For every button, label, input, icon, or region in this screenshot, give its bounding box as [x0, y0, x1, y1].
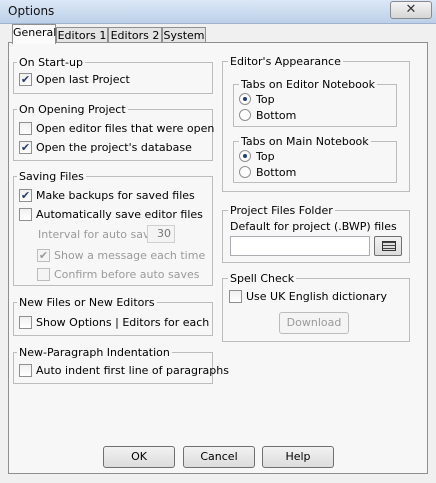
close-icon: ✕	[405, 2, 417, 17]
check-icon: ✔	[20, 141, 31, 154]
opening-project-group-title: On Opening Project	[17, 103, 128, 116]
auto-indent-checkbox[interactable]	[19, 364, 32, 377]
download-button[interactable]: Download	[279, 312, 349, 334]
main-tabs-top-radio[interactable]	[239, 150, 251, 162]
open-last-project-checkbox[interactable]: ✔	[19, 73, 32, 86]
ok-button[interactable]: OK	[103, 446, 175, 468]
saving-files-group-title: Saving Files	[17, 170, 86, 183]
open-last-project-label[interactable]: Open last Project	[36, 73, 130, 86]
auto-save-label[interactable]: Automatically save editor files	[36, 208, 203, 221]
browse-folder-button[interactable]	[374, 236, 402, 256]
main-tabs-top-label[interactable]: Top	[256, 150, 275, 163]
open-database-checkbox[interactable]: ✔	[19, 141, 32, 154]
interval-label: Interval for auto saves	[38, 228, 162, 241]
tab-general[interactable]: General	[12, 24, 56, 44]
check-icon: ✔	[20, 189, 31, 202]
radio-dot-icon	[243, 97, 247, 101]
check-icon: ✔	[20, 73, 31, 86]
window-title: Options	[8, 4, 55, 18]
interval-input[interactable]: 30	[147, 225, 175, 243]
radio-dot-icon	[243, 154, 247, 158]
main-tabs-bottom-label[interactable]: Bottom	[256, 166, 296, 179]
close-button[interactable]: ✕	[390, 1, 432, 19]
open-editor-files-checkbox[interactable]	[19, 122, 32, 135]
check-icon: ✔	[38, 249, 49, 262]
cancel-button[interactable]: Cancel	[183, 446, 255, 468]
editor-notebook-tabs-title: Tabs on Editor Notebook	[239, 78, 377, 91]
open-editor-files-label[interactable]: Open editor files that were open	[36, 122, 214, 135]
project-folder-input[interactable]	[230, 236, 370, 256]
auto-indent-label[interactable]: Auto indent first line of paragraphs	[36, 364, 229, 377]
open-database-label[interactable]: Open the project's database	[36, 141, 192, 154]
startup-group-title: On Start-up	[17, 56, 85, 69]
folder-browse-icon	[382, 241, 396, 251]
make-backups-label[interactable]: Make backups for saved files	[36, 189, 195, 202]
editor-appearance-group-title: Editor's Appearance	[228, 55, 343, 68]
editor-tabs-top-label[interactable]: Top	[256, 93, 275, 106]
title-bar: Options ✕	[0, 0, 436, 24]
indentation-group-title: New-Paragraph Indentation	[17, 346, 172, 359]
show-options-checkbox[interactable]	[19, 316, 32, 329]
main-tabs-bottom-radio[interactable]	[239, 166, 251, 178]
show-options-label[interactable]: Show Options | Editors for each	[36, 316, 209, 329]
editor-tabs-bottom-radio[interactable]	[239, 109, 251, 121]
auto-save-checkbox[interactable]	[19, 208, 32, 221]
main-notebook-tabs-title: Tabs on Main Notebook	[239, 135, 371, 148]
spell-check-group-title: Spell Check	[228, 272, 297, 285]
project-folder-group-title: Project Files Folder	[228, 204, 335, 217]
show-message-label[interactable]: Show a message each time	[54, 249, 205, 262]
uk-dictionary-checkbox[interactable]	[229, 290, 242, 303]
project-folder-label: Default for project (.BWP) files	[230, 220, 397, 233]
show-message-checkbox[interactable]: ✔	[37, 249, 50, 262]
editor-tabs-bottom-label[interactable]: Bottom	[256, 109, 296, 122]
uk-dictionary-label[interactable]: Use UK English dictionary	[246, 290, 387, 303]
help-button[interactable]: Help	[262, 446, 334, 468]
editor-tabs-top-radio[interactable]	[239, 93, 251, 105]
make-backups-checkbox[interactable]: ✔	[19, 189, 32, 202]
new-files-group-title: New Files or New Editors	[17, 296, 157, 309]
confirm-autosave-checkbox[interactable]	[37, 268, 50, 281]
confirm-autosave-label[interactable]: Confirm before auto saves	[54, 268, 199, 281]
